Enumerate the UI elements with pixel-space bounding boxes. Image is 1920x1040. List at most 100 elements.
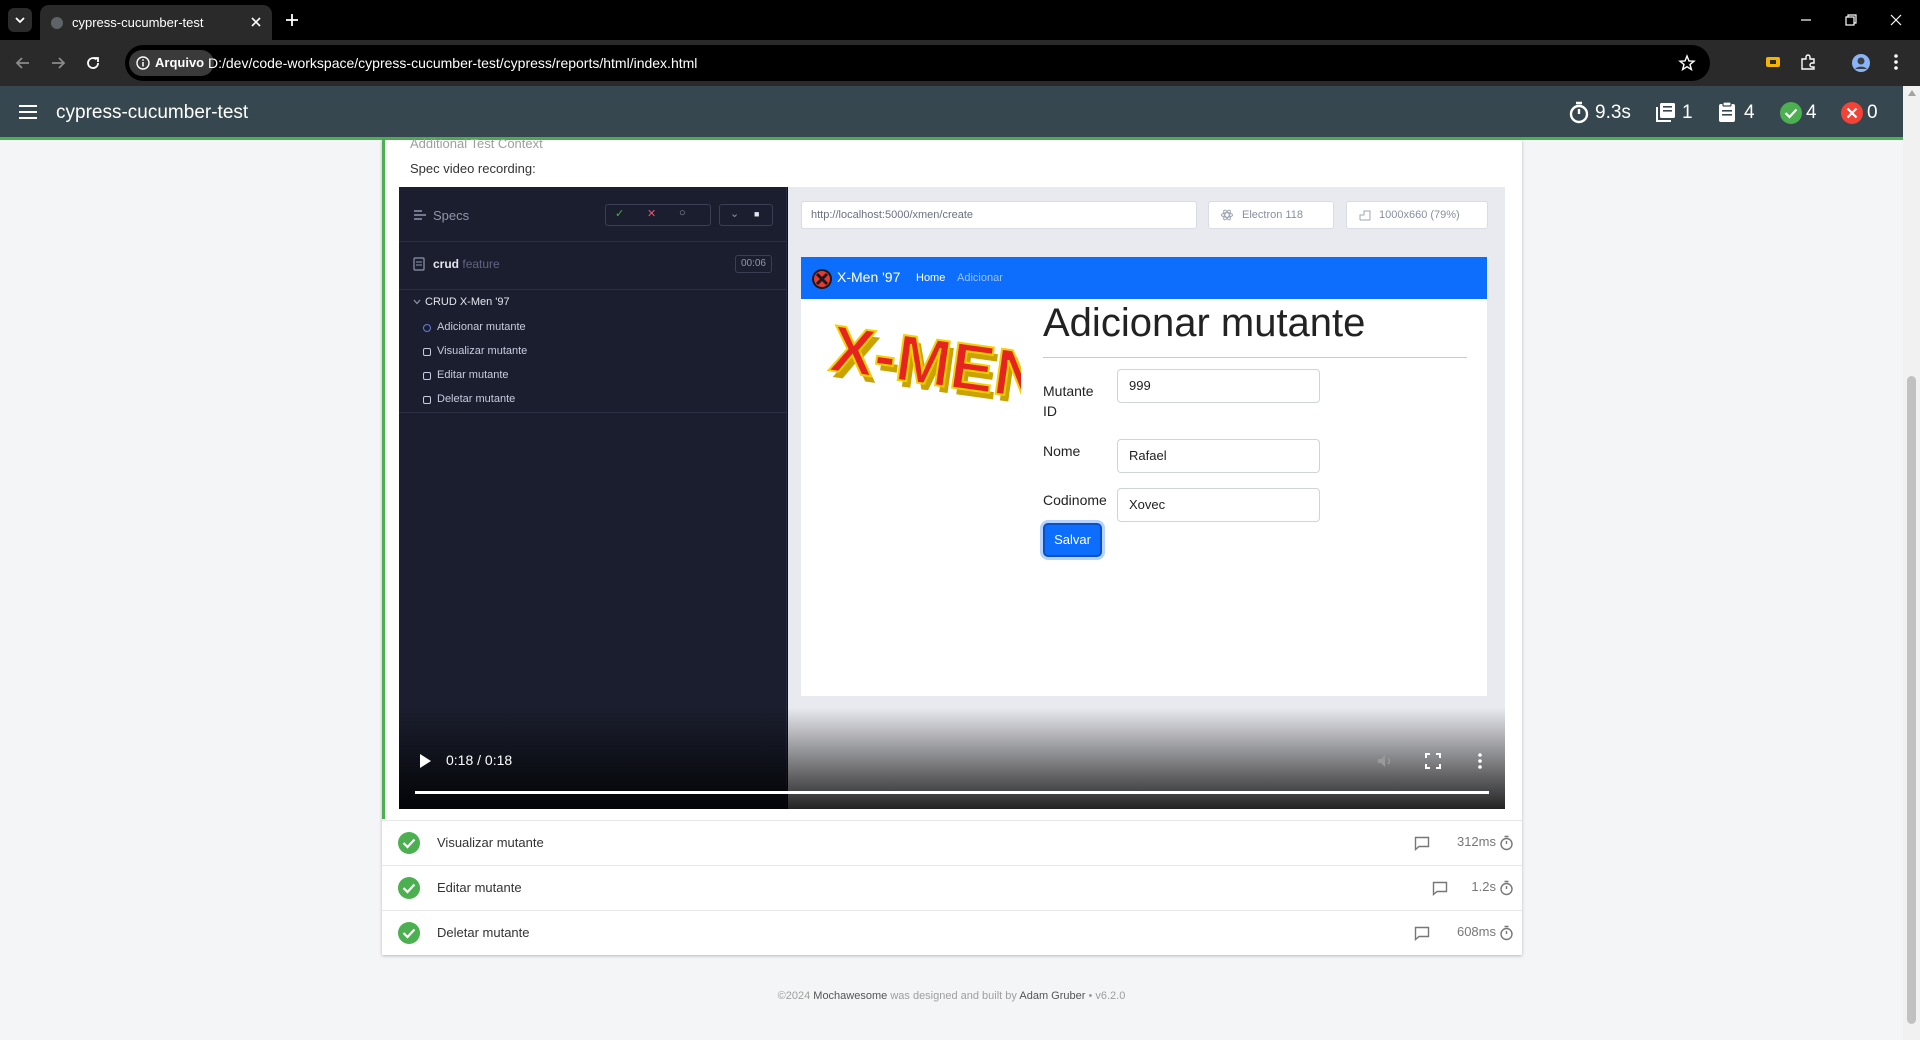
close-icon[interactable] (248, 14, 264, 30)
report-footer: ©2024 Mochawesome was designed and built… (0, 990, 1903, 1002)
video-time: 0:18 / 0:18 (446, 752, 513, 768)
menu-icon[interactable] (18, 104, 38, 120)
queued-status-icon (423, 372, 431, 380)
mutant-id-input[interactable]: 999 (1117, 369, 1320, 403)
expanded-test-accent (382, 140, 385, 819)
runner-suite-title: CRUD X-Men '97 (425, 296, 510, 308)
volume-muted-icon[interactable] (1376, 752, 1394, 770)
kebab-menu-icon[interactable] (1892, 53, 1900, 71)
context-comment-icon (1432, 881, 1448, 896)
test-duration: 312ms (1456, 834, 1496, 849)
runner-url-bar: http://localhost:5000/xmen/create (801, 201, 1197, 229)
video-progress-fill (415, 791, 1489, 794)
test-duration: 1.2s (1471, 879, 1496, 894)
browser-toolbar: Arquivo D:/dev/code-workspace/cypress-cu… (0, 40, 1920, 86)
profile-avatar-icon[interactable] (1851, 53, 1871, 73)
browser-tabstrip: cypress-cucumber-test (0, 0, 1920, 40)
reload-icon[interactable] (84, 54, 102, 72)
site-chip-label: Arquivo (155, 55, 205, 70)
specs-label: Specs (433, 208, 470, 223)
context-label: Spec video recording: (410, 161, 536, 176)
tab-search-button[interactable] (8, 8, 32, 32)
site-info-chip[interactable]: Arquivo (129, 50, 215, 76)
browser-chip: Electron 118 (1208, 201, 1334, 229)
context-comment-icon (1414, 926, 1430, 941)
passes-stat[interactable]: 4 (1779, 101, 1821, 125)
video-progress-bar[interactable] (415, 791, 1489, 794)
codename-input[interactable]: Xovec (1117, 488, 1320, 522)
queued-status-icon (423, 348, 431, 356)
check-circle-icon (397, 921, 421, 945)
timer-icon (1568, 101, 1590, 125)
failures-stat[interactable]: 0 (1840, 101, 1882, 125)
check-circle-icon (397, 831, 421, 855)
runner-test-item: Visualizar mutante (437, 345, 528, 357)
stopwatch-icon (1499, 835, 1514, 851)
test-row[interactable]: Editar mutante 1.2s (382, 865, 1522, 910)
spec-file-name: crud feature (433, 257, 500, 271)
app-navbar: X-Men '97 Home Adicionar (801, 257, 1487, 299)
footer-copyright: ©2024 (777, 990, 811, 1002)
scroll-up-arrow-icon[interactable] (1908, 90, 1916, 96)
test-name: Visualizar mutante (437, 835, 544, 850)
cancel-circle-icon (1840, 101, 1864, 125)
footer-author-link[interactable]: Adam Gruber (1019, 990, 1085, 1002)
close-window-icon[interactable] (1888, 12, 1904, 28)
name-label: Nome (1043, 443, 1081, 459)
check-circle-icon (397, 876, 421, 900)
address-bar[interactable]: Arquivo D:/dev/code-workspace/cypress-cu… (125, 45, 1710, 81)
suite-chevron-icon (413, 299, 421, 305)
pending-circle-icon: ○ (679, 207, 686, 219)
footer-mochawesome-link[interactable]: Mochawesome (813, 990, 887, 1002)
mutant-id-label: Mutante ID (1043, 383, 1094, 419)
browser-tab[interactable]: cypress-cucumber-test (40, 5, 272, 40)
duration-value: 9.3s (1595, 102, 1631, 123)
viewport-chip: 1000x660 (79%) (1346, 201, 1488, 229)
bookmark-star-icon[interactable] (1678, 54, 1696, 72)
runner-browser-label: Electron 118 (1242, 209, 1303, 221)
specs-list-icon (413, 209, 427, 221)
tests-stat[interactable]: 4 (1717, 101, 1757, 125)
test-row[interactable]: Visualizar mutante 312ms (382, 820, 1522, 865)
extension-icon[interactable] (1764, 53, 1782, 71)
play-icon[interactable] (418, 753, 432, 769)
restore-icon[interactable] (1843, 12, 1859, 28)
back-icon[interactable] (14, 54, 32, 72)
test-name: Deletar mutante (437, 925, 530, 940)
forward-icon[interactable] (49, 54, 67, 72)
failed-x-icon: ✕ (647, 208, 657, 220)
runner-test-item: Deletar mutante (437, 393, 516, 405)
test-duration: 608ms (1456, 924, 1496, 939)
more-options-icon[interactable] (1477, 752, 1483, 770)
failures-value: 0 (1867, 102, 1878, 123)
new-tab-icon[interactable] (284, 12, 300, 28)
fullscreen-icon[interactable] (1424, 752, 1442, 770)
passes-value: 4 (1806, 102, 1817, 123)
app-nav-home: Home (916, 272, 946, 284)
save-button[interactable]: Salvar (1043, 523, 1102, 557)
codename-label: Codinome (1043, 492, 1107, 508)
tab-title: cypress-cucumber-test (72, 15, 204, 30)
test-row[interactable]: Deletar mutante 608ms (382, 910, 1522, 955)
xmen-logo-text: X-MEN (826, 311, 1021, 409)
runner-controls: ⌄ ■ (719, 204, 773, 226)
divider (399, 412, 787, 413)
scrollbar-thumb[interactable] (1907, 376, 1916, 1024)
spec-video-player[interactable]: Specs ✓ ✕ ○ ⌄ ■ crud feature 00:06 CRUD … (399, 187, 1505, 809)
runner-header: Specs ✓ ✕ ○ ⌄ ■ (399, 187, 787, 242)
queued-status-icon (423, 396, 431, 404)
collapse-chevron-icon[interactable]: ⌄ (730, 207, 739, 220)
runner-test-item: Adicionar mutante (437, 321, 526, 333)
test-status-counts: ✓ ✕ ○ (605, 204, 711, 226)
stop-icon[interactable]: ■ (754, 209, 759, 219)
extensions-puzzle-icon[interactable] (1799, 53, 1817, 71)
xmen-logo: X-MEN X-MEN (821, 301, 1051, 421)
suites-value: 1 (1682, 102, 1693, 123)
context-heading: Additional Test Context (410, 136, 543, 151)
suites-stat[interactable]: 1 (1655, 101, 1695, 125)
page-scrollbar[interactable] (1903, 86, 1920, 1040)
report-title: cypress-cucumber-test (56, 102, 249, 123)
name-input[interactable]: Rafael (1117, 439, 1320, 473)
footer-middle-text: was designed and built by (890, 990, 1017, 1002)
minimize-icon[interactable] (1798, 12, 1814, 28)
